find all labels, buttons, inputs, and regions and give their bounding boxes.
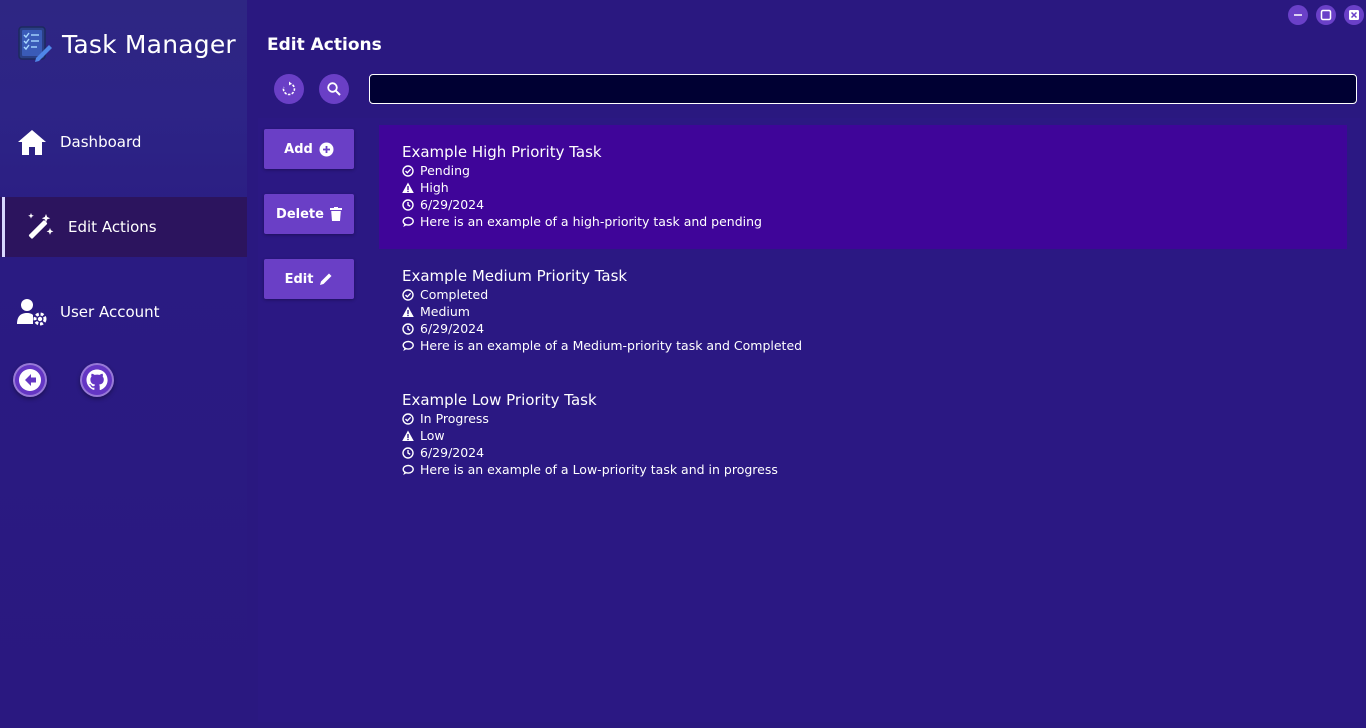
github-icon (86, 369, 108, 391)
task-priority-row: Medium (402, 303, 1324, 320)
page-title: Edit Actions (267, 35, 382, 55)
task-status: In Progress (420, 411, 489, 426)
add-button-label: Add (284, 141, 313, 157)
comment-icon (402, 464, 414, 475)
edit-button[interactable]: Edit (264, 259, 354, 299)
task-priority: Low (420, 428, 445, 443)
minimize-button[interactable] (1288, 5, 1308, 25)
task-status: Completed (420, 287, 489, 302)
task-status-row: Pending (402, 162, 1324, 179)
check-circle-icon (402, 164, 414, 177)
close-button[interactable] (1344, 5, 1364, 25)
sidebar-item-dashboard[interactable]: Dashboard (0, 112, 247, 172)
search-icon (327, 82, 341, 96)
task-description-row: Here is an example of a Medium-priority … (402, 337, 1324, 354)
check-circle-icon (402, 288, 414, 301)
sidebar-item-edit-actions[interactable]: Edit Actions (0, 197, 247, 257)
user-gear-icon (16, 296, 48, 328)
task-date-row: 6/29/2024 (402, 320, 1324, 337)
task-status-row: Completed (402, 286, 1324, 303)
task-priority: High (420, 180, 449, 195)
pencil-icon (320, 273, 332, 285)
maximize-button[interactable] (1316, 5, 1336, 25)
warning-icon (402, 430, 414, 441)
sidebar-item-label: Dashboard (60, 133, 142, 151)
minimize-icon (1294, 14, 1302, 16)
close-icon (1349, 10, 1359, 20)
add-button[interactable]: Add (264, 129, 354, 169)
task-description: Here is an example of a Medium-priority … (420, 338, 803, 353)
task-list-icon (18, 26, 52, 62)
sidebar-item-label: Edit Actions (68, 218, 157, 236)
back-arrow-icon (19, 369, 41, 391)
plus-circle-icon (319, 142, 334, 156)
comment-icon (402, 216, 414, 227)
task-item[interactable]: Example High Priority Task Pending High … (379, 125, 1347, 249)
task-priority-row: Low (402, 427, 1324, 444)
delete-button-label: Delete (276, 206, 324, 222)
edit-button-label: Edit (284, 271, 314, 287)
task-status: Pending (420, 163, 470, 178)
sidebar: Task Manager Dashboard Edit Actions User… (0, 0, 247, 728)
task-description: Here is an example of a Low-priority tas… (420, 462, 778, 477)
task-status-row: In Progress (402, 410, 1324, 427)
refresh-button[interactable] (274, 74, 304, 104)
clock-icon (402, 198, 414, 211)
search-button[interactable] (319, 74, 349, 104)
task-item[interactable]: Example Low Priority Task In Progress Lo… (379, 373, 1347, 497)
home-icon (16, 126, 48, 158)
brand: Task Manager (16, 24, 236, 64)
warning-icon (402, 182, 414, 193)
refresh-icon (282, 81, 296, 96)
app-title: Task Manager (62, 29, 236, 59)
sidebar-item-user-account[interactable]: User Account (0, 282, 247, 342)
task-list: Example High Priority Task Pending High … (379, 125, 1347, 497)
trash-icon (329, 207, 342, 221)
task-title: Example High Priority Task (402, 143, 602, 161)
check-circle-icon (402, 412, 414, 425)
clock-icon (402, 446, 414, 459)
task-title: Example Medium Priority Task (402, 267, 628, 285)
clock-icon (402, 322, 414, 335)
magic-wand-icon (24, 211, 56, 243)
task-priority-row: High (402, 179, 1324, 196)
search-input[interactable] (369, 74, 1357, 104)
task-date-row: 6/29/2024 (402, 444, 1324, 461)
sidebar-item-label: User Account (60, 303, 160, 321)
maximize-icon (1320, 9, 1332, 21)
task-date: 6/29/2024 (420, 445, 485, 460)
task-description-row: Here is an example of a high-priority ta… (402, 213, 1324, 230)
task-item[interactable]: Example Medium Priority Task Completed M… (379, 249, 1347, 373)
task-date: 6/29/2024 (420, 197, 485, 212)
comment-icon (402, 340, 414, 351)
task-description: Here is an example of a high-priority ta… (420, 214, 762, 229)
task-date: 6/29/2024 (420, 321, 485, 336)
task-description-row: Here is an example of a Low-priority tas… (402, 461, 1324, 478)
task-priority: Medium (420, 304, 470, 319)
back-button[interactable] (13, 363, 47, 397)
task-title: Example Low Priority Task (402, 391, 597, 409)
delete-button[interactable]: Delete (264, 194, 354, 234)
github-button[interactable] (80, 363, 114, 397)
warning-icon (402, 306, 414, 317)
task-date-row: 6/29/2024 (402, 196, 1324, 213)
